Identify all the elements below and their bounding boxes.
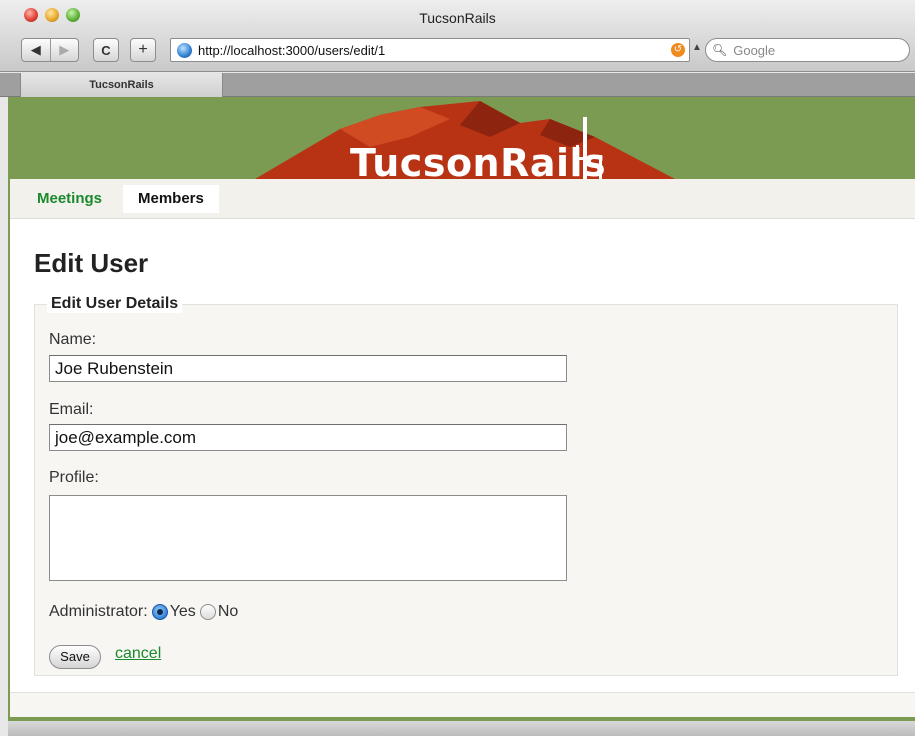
page-footer bbox=[10, 692, 915, 717]
add-bookmark-button[interactable]: + bbox=[130, 38, 156, 62]
user-details-fieldset: Edit User Details Name: Joe Rubenstein E… bbox=[34, 295, 898, 676]
admin-no-label[interactable]: No bbox=[218, 603, 238, 621]
add-bookmark-icon: + bbox=[138, 41, 148, 58]
admin-yes-radio[interactable] bbox=[151, 604, 168, 620]
site-logo-text[interactable]: TucsonRails bbox=[350, 141, 606, 179]
web-page: TucsonRails Meetings Members Edit User E… bbox=[8, 97, 915, 717]
tab-tucsonrails[interactable]: TucsonRails bbox=[20, 73, 223, 97]
snapback-icon[interactable]: ↺ bbox=[671, 43, 685, 57]
site-banner: TucsonRails bbox=[10, 97, 915, 179]
main-content: Edit User Edit User Details Name: Joe Ru… bbox=[10, 220, 915, 717]
search-icon: 🔍︎ bbox=[712, 43, 728, 57]
profile-textarea[interactable] bbox=[49, 495, 567, 581]
email-field[interactable]: joe@example.com bbox=[49, 424, 567, 451]
cancel-link[interactable]: cancel bbox=[115, 645, 161, 663]
title-bar: TucsonRails ◀ ▶ C + http://localhost:300… bbox=[0, 0, 915, 72]
search-placeholder: Google bbox=[733, 42, 776, 58]
reload-icon: C bbox=[101, 42, 111, 58]
search-field[interactable]: 🔍︎ Google bbox=[705, 38, 910, 62]
nav-members-link[interactable]: Members bbox=[123, 185, 219, 213]
profile-label: Profile: bbox=[49, 469, 99, 486]
name-field[interactable]: Joe Rubenstein bbox=[49, 355, 567, 382]
site-nav: Meetings Members bbox=[10, 179, 915, 219]
tab-bar: TucsonRails bbox=[0, 73, 915, 97]
email-label: Email: bbox=[49, 401, 94, 418]
reload-button[interactable]: C bbox=[93, 38, 119, 62]
admin-no-radio[interactable] bbox=[199, 604, 216, 620]
url-text[interactable]: http://localhost:3000/users/edit/1 bbox=[198, 43, 671, 58]
name-label: Name: bbox=[49, 331, 97, 348]
globe-icon bbox=[177, 42, 192, 58]
administrator-label: Administrator: bbox=[49, 603, 148, 620]
admin-yes-label[interactable]: Yes bbox=[170, 603, 196, 621]
fieldset-legend: Edit User Details bbox=[47, 295, 183, 313]
administrator-radio-group: Administrator: Yes No bbox=[49, 603, 238, 621]
save-button[interactable]: Save bbox=[49, 645, 101, 669]
forward-arrow-icon[interactable]: ▶ bbox=[50, 42, 78, 58]
status-bar bbox=[8, 717, 915, 736]
back-forward-buttons[interactable]: ◀ ▶ bbox=[21, 38, 79, 62]
caret-up-icon: ▲ bbox=[692, 42, 702, 53]
address-bar[interactable]: http://localhost:3000/users/edit/1 ↺ bbox=[170, 38, 690, 62]
browser-window: TucsonRails ◀ ▶ C + http://localhost:300… bbox=[0, 0, 915, 736]
window-title: TucsonRails bbox=[419, 10, 496, 26]
nav-meetings-link[interactable]: Meetings bbox=[22, 185, 117, 213]
back-arrow-icon[interactable]: ◀ bbox=[22, 42, 50, 58]
page-title: Edit User bbox=[34, 248, 149, 278]
